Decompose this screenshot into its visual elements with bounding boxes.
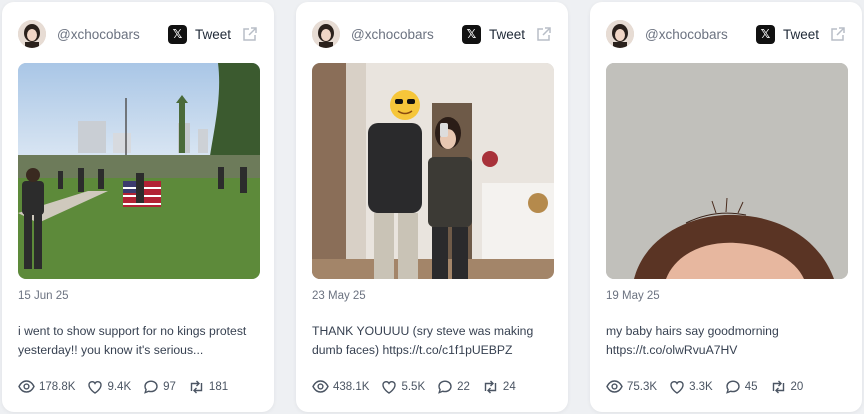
tweet-stats: 438.1K 5.5K 22 24: [312, 378, 558, 395]
tweet-link[interactable]: 𝕏 Tweet: [167, 24, 258, 44]
eye-icon: [312, 380, 329, 393]
likes-count: 5.5K: [401, 380, 426, 393]
likes-count: 9.4K: [107, 380, 132, 393]
retweet-icon: [190, 380, 203, 393]
x-logo-icon: 𝕏: [461, 24, 481, 44]
external-link-icon[interactable]: [535, 26, 552, 43]
views-stat[interactable]: 178.8K: [18, 378, 75, 395]
replies-count: 45: [744, 380, 758, 393]
tweet-card-3: @xchocobars 𝕏 Tweet 19 May 25 my baby ha…: [590, 2, 862, 412]
card-header: @xchocobars 𝕏 Tweet: [312, 20, 552, 48]
tweet-link[interactable]: 𝕏 Tweet: [755, 24, 846, 44]
retweets-count: 20: [790, 380, 804, 393]
tweet-link[interactable]: 𝕏 Tweet: [461, 24, 552, 44]
eye-icon: [606, 380, 623, 393]
user-handle[interactable]: @xchocobars: [351, 27, 462, 42]
retweets-stat[interactable]: 20: [770, 379, 804, 395]
heart-icon: [382, 380, 397, 394]
comment-icon: [438, 379, 452, 394]
tweet-label: Tweet: [488, 26, 525, 42]
replies-stat[interactable]: 97: [143, 379, 176, 395]
tweet-card-1: @xchocobars 𝕏 Tweet 15 Jun 25 i went to …: [2, 2, 274, 412]
tweet-media-image[interactable]: [312, 63, 554, 279]
retweets-count: 181: [208, 380, 229, 393]
tweet-label: Tweet: [782, 26, 819, 42]
views-stat[interactable]: 75.3K: [606, 378, 657, 395]
replies-stat[interactable]: 22: [437, 379, 470, 395]
comment-icon: [144, 379, 158, 394]
card-header: @xchocobars 𝕏 Tweet: [606, 20, 846, 48]
comment-icon: [725, 379, 740, 394]
views-count: 75.3K: [627, 380, 658, 393]
tweet-text: my baby hairs say goodmorning https://t.…: [606, 324, 779, 357]
avatar[interactable]: [312, 20, 340, 48]
tweet-stats: 75.3K 3.3K 45 20: [606, 378, 852, 395]
retweet-icon: [772, 380, 784, 393]
user-handle[interactable]: @xchocobars: [57, 27, 168, 42]
external-link-icon[interactable]: [829, 26, 846, 43]
replies-stat[interactable]: 45: [725, 379, 758, 395]
tweet-label: Tweet: [194, 26, 231, 42]
heart-icon: [88, 380, 103, 394]
tweet-date: 15 Jun 25: [18, 290, 69, 302]
heart-icon: [670, 380, 684, 394]
x-logo-icon: 𝕏: [755, 24, 775, 44]
eye-icon: [18, 380, 35, 393]
likes-count: 3.3K: [689, 380, 713, 393]
tweet-media-image[interactable]: [606, 63, 848, 279]
tweet-date: 23 May 25: [312, 290, 366, 302]
replies-count: 97: [163, 380, 176, 393]
views-stat[interactable]: 438.1K: [312, 378, 369, 395]
replies-count: 22: [457, 380, 470, 393]
tweet-date: 19 May 25: [606, 290, 660, 302]
avatar[interactable]: [606, 20, 634, 48]
tweet-media-image[interactable]: [18, 63, 260, 279]
views-count: 438.1K: [333, 380, 370, 393]
tweet-card-2: @xchocobars 𝕏 Tweet 23 May 25 THANK YOUU…: [296, 2, 568, 412]
external-link-icon[interactable]: [241, 26, 258, 43]
retweets-stat[interactable]: 24: [482, 379, 516, 395]
card-header: @xchocobars 𝕏 Tweet: [18, 20, 258, 48]
tweet-text: THANK YOUUUU (sry steve was making dumb …: [312, 324, 534, 357]
x-logo-icon: 𝕏: [167, 24, 187, 44]
tweet-text: i went to show support for no kings prot…: [18, 324, 247, 357]
retweets-count: 24: [502, 380, 516, 393]
likes-stat[interactable]: 5.5K: [381, 379, 425, 395]
tweet-stats: 178.8K 9.4K 97 181: [18, 378, 264, 395]
likes-stat[interactable]: 9.4K: [87, 379, 131, 395]
likes-stat[interactable]: 3.3K: [669, 379, 713, 395]
retweet-icon: [484, 380, 497, 393]
views-count: 178.8K: [39, 380, 76, 393]
user-handle[interactable]: @xchocobars: [645, 27, 756, 42]
avatar[interactable]: [18, 20, 46, 48]
retweets-stat[interactable]: 181: [188, 379, 228, 395]
